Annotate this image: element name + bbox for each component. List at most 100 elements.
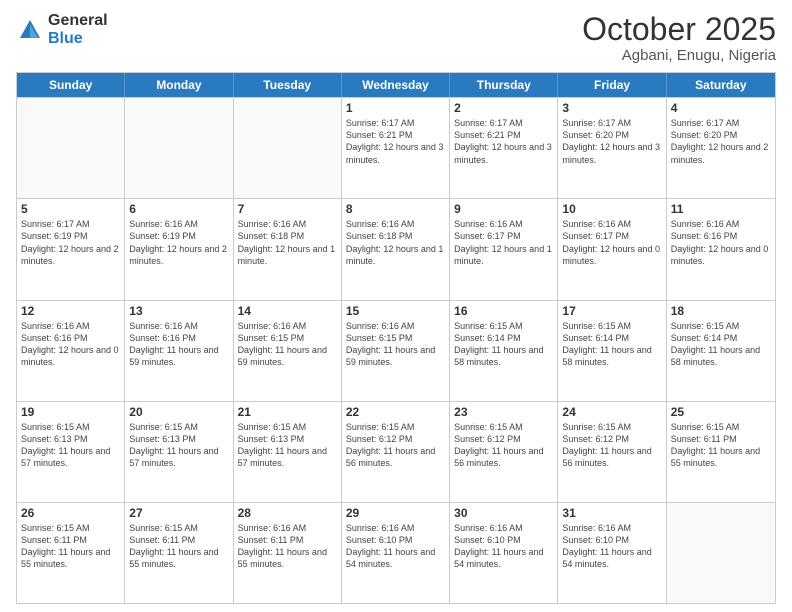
day-info: Sunrise: 6:15 AMSunset: 6:14 PMDaylight:…	[454, 320, 553, 369]
cal-cell	[667, 503, 775, 603]
day-info: Sunrise: 6:16 AMSunset: 6:17 PMDaylight:…	[562, 218, 661, 267]
cal-cell: 13 Sunrise: 6:16 AMSunset: 6:16 PMDayligh…	[125, 301, 233, 401]
header-day-sunday: Sunday	[17, 73, 125, 97]
logo-icon	[16, 16, 44, 44]
day-number: 10	[562, 202, 661, 216]
day-number: 18	[671, 304, 771, 318]
calendar: SundayMondayTuesdayWednesdayThursdayFrid…	[16, 72, 776, 604]
week-row-2: 12 Sunrise: 6:16 AMSunset: 6:16 PMDayligh…	[17, 300, 775, 401]
day-number: 20	[129, 405, 228, 419]
cal-cell: 14Sunrise: 6:16 AMSunset: 6:15 PMDayligh…	[234, 301, 342, 401]
cal-cell: 16 Sunrise: 6:15 AMSunset: 6:14 PMDayligh…	[450, 301, 558, 401]
day-number: 17	[562, 304, 661, 318]
day-info: Sunrise: 6:15 AMSunset: 6:12 PMDaylight:…	[346, 421, 445, 470]
day-number: 13	[129, 304, 228, 318]
cal-cell: 11Sunrise: 6:16 AMSunset: 6:16 PMDayligh…	[667, 199, 775, 299]
cal-cell: 2 Sunrise: 6:17 AMSunset: 6:21 PMDaylight…	[450, 98, 558, 198]
cal-cell: 7Sunrise: 6:16 AMSunset: 6:18 PMDaylight…	[234, 199, 342, 299]
cal-cell: 17 Sunrise: 6:15 AMSunset: 6:14 PMDayligh…	[558, 301, 666, 401]
day-number: 3	[562, 101, 661, 115]
day-number: 24	[562, 405, 661, 419]
header: General Blue October 2025 Agbani, Enugu,…	[16, 12, 776, 64]
day-info: Sunrise: 6:16 AMSunset: 6:19 PMDaylight:…	[129, 218, 228, 267]
day-number: 21	[238, 405, 337, 419]
day-number: 12	[21, 304, 120, 318]
cal-cell	[17, 98, 125, 198]
day-info: Sunrise: 6:16 AMSunset: 6:10 PMDaylight:…	[562, 522, 661, 571]
day-info: Sunrise: 6:16 AMSunset: 6:18 PMDaylight:…	[346, 218, 445, 267]
day-number: 16	[454, 304, 553, 318]
cal-cell: 6 Sunrise: 6:16 AMSunset: 6:19 PMDaylight…	[125, 199, 233, 299]
cal-cell: 12 Sunrise: 6:16 AMSunset: 6:16 PMDayligh…	[17, 301, 125, 401]
day-info: Sunrise: 6:16 AMSunset: 6:10 PMDaylight:…	[454, 522, 553, 571]
logo-blue: Blue	[48, 30, 108, 48]
header-day-thursday: Thursday	[450, 73, 558, 97]
cal-cell: 4Sunrise: 6:17 AMSunset: 6:20 PMDaylight…	[667, 98, 775, 198]
header-day-monday: Monday	[125, 73, 233, 97]
day-info: Sunrise: 6:16 AMSunset: 6:16 PMDaylight:…	[671, 218, 771, 267]
day-info: Sunrise: 6:16 AMSunset: 6:16 PMDaylight:…	[21, 320, 120, 369]
cal-cell: 29Sunrise: 6:16 AMSunset: 6:10 PMDayligh…	[342, 503, 450, 603]
day-info: Sunrise: 6:16 AMSunset: 6:18 PMDaylight:…	[238, 218, 337, 267]
title-month: October 2025	[582, 12, 776, 47]
day-number: 26	[21, 506, 120, 520]
day-info: Sunrise: 6:16 AMSunset: 6:16 PMDaylight:…	[129, 320, 228, 369]
day-info: Sunrise: 6:16 AMSunset: 6:15 PMDaylight:…	[238, 320, 337, 369]
cal-cell: 10 Sunrise: 6:16 AMSunset: 6:17 PMDayligh…	[558, 199, 666, 299]
logo: General Blue	[16, 12, 108, 47]
day-number: 6	[129, 202, 228, 216]
cal-cell: 28Sunrise: 6:16 AMSunset: 6:11 PMDayligh…	[234, 503, 342, 603]
day-info: Sunrise: 6:16 AMSunset: 6:17 PMDaylight:…	[454, 218, 553, 267]
day-info: Sunrise: 6:15 AMSunset: 6:14 PMDaylight:…	[562, 320, 661, 369]
cal-cell: 8 Sunrise: 6:16 AMSunset: 6:18 PMDaylight…	[342, 199, 450, 299]
cal-cell: 27 Sunrise: 6:15 AMSunset: 6:11 PMDayligh…	[125, 503, 233, 603]
page: General Blue October 2025 Agbani, Enugu,…	[0, 0, 792, 612]
header-day-friday: Friday	[558, 73, 666, 97]
cal-cell: 31Sunrise: 6:16 AMSunset: 6:10 PMDayligh…	[558, 503, 666, 603]
cal-cell: 30Sunrise: 6:16 AMSunset: 6:10 PMDayligh…	[450, 503, 558, 603]
cal-cell: 23 Sunrise: 6:15 AMSunset: 6:12 PMDayligh…	[450, 402, 558, 502]
cal-cell: 9 Sunrise: 6:16 AMSunset: 6:17 PMDaylight…	[450, 199, 558, 299]
week-row-4: 26 Sunrise: 6:15 AMSunset: 6:11 PMDayligh…	[17, 502, 775, 603]
day-number: 8	[346, 202, 445, 216]
cal-cell: 19Sunrise: 6:15 AMSunset: 6:13 PMDayligh…	[17, 402, 125, 502]
day-info: Sunrise: 6:15 AMSunset: 6:11 PMDaylight:…	[129, 522, 228, 571]
week-row-3: 19Sunrise: 6:15 AMSunset: 6:13 PMDayligh…	[17, 401, 775, 502]
calendar-header: SundayMondayTuesdayWednesdayThursdayFrid…	[17, 73, 775, 97]
day-number: 2	[454, 101, 553, 115]
cal-cell: 22 Sunrise: 6:15 AMSunset: 6:12 PMDayligh…	[342, 402, 450, 502]
cal-cell: 20 Sunrise: 6:15 AMSunset: 6:13 PMDayligh…	[125, 402, 233, 502]
week-row-0: 1 Sunrise: 6:17 AMSunset: 6:21 PMDaylight…	[17, 97, 775, 198]
day-info: Sunrise: 6:17 AMSunset: 6:19 PMDaylight:…	[21, 218, 120, 267]
day-info: Sunrise: 6:15 AMSunset: 6:11 PMDaylight:…	[671, 421, 771, 470]
day-number: 23	[454, 405, 553, 419]
day-number: 9	[454, 202, 553, 216]
day-info: Sunrise: 6:16 AMSunset: 6:15 PMDaylight:…	[346, 320, 445, 369]
cal-cell: 18 Sunrise: 6:15 AMSunset: 6:14 PMDayligh…	[667, 301, 775, 401]
day-info: Sunrise: 6:17 AMSunset: 6:21 PMDaylight:…	[346, 117, 445, 166]
week-row-1: 5 Sunrise: 6:17 AMSunset: 6:19 PMDaylight…	[17, 198, 775, 299]
day-number: 1	[346, 101, 445, 115]
title-block: October 2025 Agbani, Enugu, Nigeria	[582, 12, 776, 64]
day-number: 22	[346, 405, 445, 419]
cal-cell: 1 Sunrise: 6:17 AMSunset: 6:21 PMDaylight…	[342, 98, 450, 198]
day-info: Sunrise: 6:17 AMSunset: 6:20 PMDaylight:…	[562, 117, 661, 166]
cal-cell	[125, 98, 233, 198]
day-number: 5	[21, 202, 120, 216]
day-number: 29	[346, 506, 445, 520]
cal-cell: 26Sunrise: 6:15 AMSunset: 6:11 PMDayligh…	[17, 503, 125, 603]
cal-cell: 25Sunrise: 6:15 AMSunset: 6:11 PMDayligh…	[667, 402, 775, 502]
header-day-tuesday: Tuesday	[234, 73, 342, 97]
calendar-body: 1 Sunrise: 6:17 AMSunset: 6:21 PMDaylight…	[17, 97, 775, 603]
day-info: Sunrise: 6:15 AMSunset: 6:13 PMDaylight:…	[238, 421, 337, 470]
title-location: Agbani, Enugu, Nigeria	[582, 47, 776, 64]
day-info: Sunrise: 6:15 AMSunset: 6:14 PMDaylight:…	[671, 320, 771, 369]
day-info: Sunrise: 6:17 AMSunset: 6:21 PMDaylight:…	[454, 117, 553, 166]
day-number: 4	[671, 101, 771, 115]
day-info: Sunrise: 6:15 AMSunset: 6:13 PMDaylight:…	[129, 421, 228, 470]
day-info: Sunrise: 6:15 AMSunset: 6:12 PMDaylight:…	[454, 421, 553, 470]
day-number: 27	[129, 506, 228, 520]
cal-cell: 24 Sunrise: 6:15 AMSunset: 6:12 PMDayligh…	[558, 402, 666, 502]
day-number: 28	[238, 506, 337, 520]
day-info: Sunrise: 6:15 AMSunset: 6:12 PMDaylight:…	[562, 421, 661, 470]
